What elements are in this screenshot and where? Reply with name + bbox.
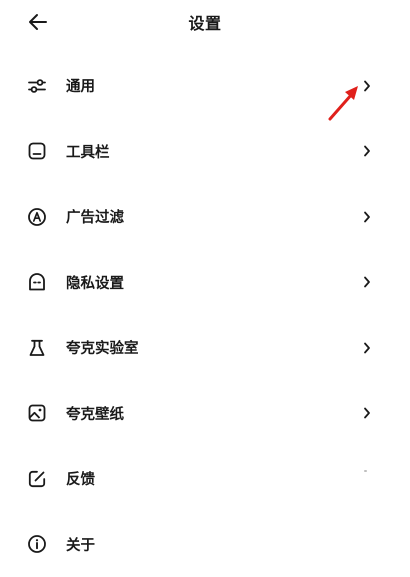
menu-item-wallpaper[interactable]: 夸克壁纸 [0, 381, 410, 447]
menu-item-privacy[interactable]: 隐私设置 [0, 250, 410, 316]
chevron-right-icon [362, 341, 372, 355]
chevron-right-icon [362, 275, 372, 289]
ad-filter-icon [26, 206, 48, 228]
menu-item-label: 夸克壁纸 [66, 403, 124, 424]
sliders-icon [26, 75, 48, 97]
menu-item-toolbar[interactable]: 工具栏 [0, 119, 410, 185]
wallpaper-icon [26, 402, 48, 424]
header-bar: 设置 [0, 0, 410, 44]
annotation-arrow-icon [326, 84, 360, 122]
menu-item-label: 广告过滤 [66, 206, 124, 227]
divider-dot [364, 470, 367, 472]
menu-item-label: 工具栏 [66, 141, 110, 162]
chevron-right-icon [362, 144, 372, 158]
menu-item-feedback[interactable]: 反馈 [0, 446, 410, 512]
menu-item-about[interactable]: 关于 [0, 512, 410, 577]
chevron-right-icon [362, 406, 372, 420]
info-icon [26, 533, 48, 555]
flask-icon [26, 337, 48, 359]
chevron-right-icon [362, 79, 372, 93]
privacy-icon [26, 271, 48, 293]
page-title: 设置 [0, 10, 410, 34]
menu-item-label: 夸克实验室 [66, 337, 139, 358]
menu-item-label: 反馈 [66, 468, 95, 489]
menu-item-ad-filter[interactable]: 广告过滤 [0, 184, 410, 250]
menu-item-label: 隐私设置 [66, 272, 124, 293]
toolbar-icon [26, 140, 48, 162]
feedback-edit-icon [26, 468, 48, 490]
menu-item-label: 关于 [66, 534, 95, 555]
settings-menu: 通用 工具栏 广告过滤 [0, 53, 410, 577]
chevron-right-icon [362, 210, 372, 224]
menu-item-label: 通用 [66, 75, 95, 96]
menu-item-lab[interactable]: 夸克实验室 [0, 315, 410, 381]
